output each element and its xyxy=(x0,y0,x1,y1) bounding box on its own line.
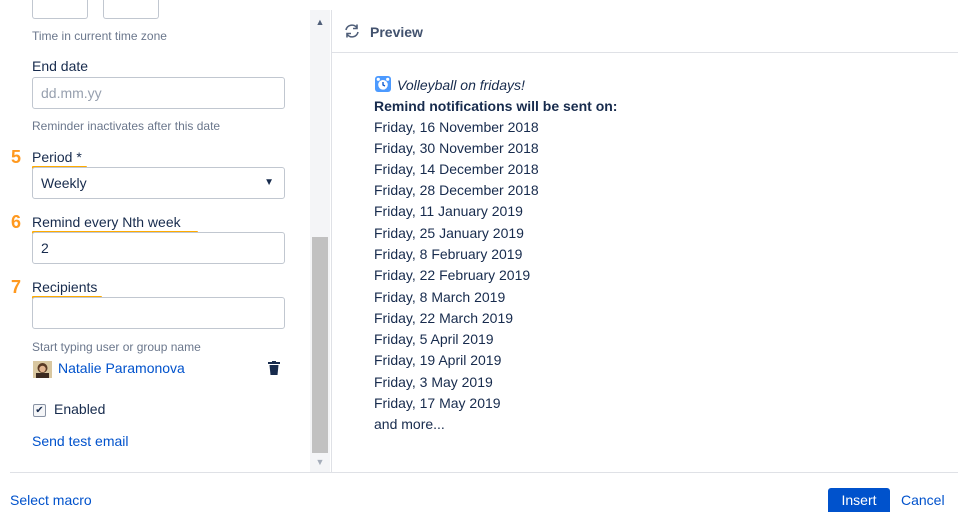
time-minute-field[interactable] xyxy=(103,0,159,19)
end-date-input[interactable]: dd.mm.yy xyxy=(32,77,285,109)
select-macro-link[interactable]: Select macro xyxy=(10,492,92,508)
list-item: Friday, 17 May 2019 xyxy=(374,395,501,411)
recipients-help-text: Start typing user or group name xyxy=(32,340,201,354)
list-item: Friday, 5 April 2019 xyxy=(374,331,494,347)
end-date-help-text: Reminder inactivates after this date xyxy=(32,119,221,133)
reminder-name: Volleyball on fridays! xyxy=(397,77,525,93)
trash-icon[interactable] xyxy=(268,361,280,375)
preview-header: Preview xyxy=(332,10,958,53)
list-item: Friday, 8 February 2019 xyxy=(374,246,523,262)
recipient-chip: Natalie Paramonova xyxy=(32,359,292,379)
list-item: Friday, 30 November 2018 xyxy=(374,140,539,156)
step-marker-6: 6 xyxy=(11,212,22,232)
and-more-text: and more... xyxy=(374,416,445,432)
enabled-checkbox[interactable]: ✔ xyxy=(33,404,46,417)
recipients-input[interactable] xyxy=(32,297,285,329)
enabled-label: Enabled xyxy=(54,401,106,417)
chevron-down-icon: ▼ xyxy=(264,177,274,188)
remind-every-input[interactable]: 2 xyxy=(32,232,285,264)
list-item: Friday, 19 April 2019 xyxy=(374,352,502,368)
end-date-placeholder: dd.mm.yy xyxy=(41,85,102,101)
list-item: Friday, 25 January 2019 xyxy=(374,225,524,241)
refresh-icon[interactable] xyxy=(344,24,360,38)
list-item: Friday, 14 December 2018 xyxy=(374,161,539,177)
time-help-text: Time in current time zone xyxy=(32,29,167,43)
list-item: Friday, 16 November 2018 xyxy=(374,119,539,135)
cancel-button[interactable]: Cancel xyxy=(901,492,945,508)
end-date-label: End date xyxy=(32,58,89,74)
recipient-name[interactable]: Natalie Paramonova xyxy=(58,360,185,376)
period-select[interactable]: Weekly ▼ xyxy=(32,167,285,199)
scroll-down-arrow[interactable]: ▼ xyxy=(313,457,327,467)
scrollbar-thumb[interactable] xyxy=(312,237,328,453)
step-marker-5: 5 xyxy=(11,147,22,167)
preview-title: Preview xyxy=(370,24,423,40)
send-test-email-link[interactable]: Send test email xyxy=(32,433,129,449)
list-item: Friday, 22 March 2019 xyxy=(374,310,514,326)
avatar xyxy=(33,361,52,378)
insert-button[interactable]: Insert xyxy=(828,488,890,512)
list-item: Friday, 11 January 2019 xyxy=(374,203,523,219)
list-item: Friday, 28 December 2018 xyxy=(374,182,539,198)
list-item: Friday, 3 May 2019 xyxy=(374,374,493,390)
footer-divider xyxy=(10,472,958,473)
period-label: Period * xyxy=(32,149,82,165)
scroll-up-arrow[interactable]: ▲ xyxy=(313,17,327,27)
list-item: Friday, 22 February 2019 xyxy=(374,267,531,283)
macro-form-panel: Time in current time zone End date dd.mm… xyxy=(0,0,310,472)
list-item: Friday, 8 March 2019 xyxy=(374,289,506,305)
alarm-clock-icon xyxy=(375,76,391,92)
remind-every-label: Remind every Nth week xyxy=(32,214,181,230)
remind-every-value: 2 xyxy=(41,240,49,256)
notifications-heading: Remind notifications will be sent on: xyxy=(374,98,618,114)
recipients-label: Recipients xyxy=(32,279,98,295)
time-hour-field[interactable] xyxy=(32,0,88,19)
period-select-value: Weekly xyxy=(41,175,87,191)
step-marker-7: 7 xyxy=(11,277,22,297)
